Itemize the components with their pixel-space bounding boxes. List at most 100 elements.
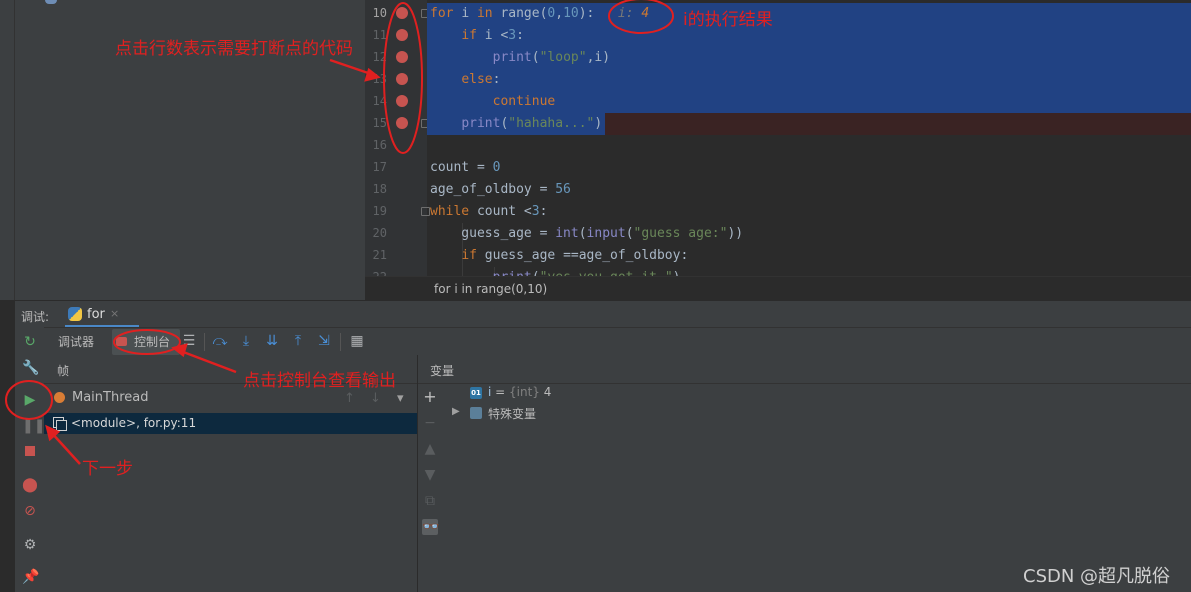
breakpoint-icon[interactable] (396, 7, 408, 19)
arrow-down-icon[interactable]: ↓ (370, 391, 381, 406)
rerun-icon[interactable]: ↻ (22, 334, 38, 350)
step-out-icon[interactable]: ⤒ (290, 333, 306, 349)
breakpoint-icon[interactable] (396, 29, 408, 41)
wrench-icon[interactable]: 🔧 (22, 360, 39, 376)
inline-debug-value: i: (617, 6, 642, 21)
frame-row[interactable]: <module>, for.py:11 (44, 413, 417, 434)
annotation-exec-result: i的执行结果 (683, 10, 773, 30)
debug-side-toolbar: ↻ 🔧 ▶ ❚❚ ⬤ ⊘ ⚙ 📌 (15, 327, 45, 592)
variable-text: i = {int} 4 (488, 385, 552, 399)
pause-icon[interactable]: ❚❚ (22, 418, 45, 434)
debug-tab-label: for (87, 307, 105, 322)
frame-icon (53, 417, 67, 431)
toolbar-divider (340, 333, 341, 351)
line-number[interactable]: 14 (365, 94, 387, 108)
code-line[interactable]: while count <3: (427, 201, 1191, 223)
move-down-icon[interactable]: ▼ (422, 467, 438, 483)
run-to-cursor-icon[interactable]: ⇲ (316, 333, 332, 349)
code-line[interactable] (427, 135, 1191, 157)
evaluate-expression-icon[interactable]: ▦ (349, 333, 365, 349)
int-variable-icon: 01 (470, 387, 482, 399)
code-line[interactable]: guess_age = int(input("guess age:")) (427, 223, 1191, 245)
breakpoint-icon[interactable] (396, 51, 408, 63)
line-number[interactable]: 11 (365, 28, 387, 42)
code-text: print("hahaha...") (461, 116, 603, 131)
add-watch-icon[interactable]: + (422, 389, 438, 405)
thread-status-icon (54, 392, 65, 403)
line-number[interactable]: 18 (365, 182, 387, 196)
menu-icon[interactable]: ☰ (181, 333, 197, 349)
code-line[interactable]: continue (427, 91, 1191, 113)
editor-gutter[interactable]: 10111213141516171819202122 (365, 0, 430, 284)
code-line[interactable]: else: (427, 69, 1191, 91)
special-variables-label: 特殊变量 (488, 407, 537, 421)
debug-tool-window-header: 调试: for × (15, 300, 1191, 328)
code-text: print("loop",i) (492, 50, 611, 65)
debug-toolbar: 调试器 控制台 ☰ ⤼ ⤓ ⇊ ⤒ ⇲ ▦ (44, 327, 1191, 357)
frame-label: <module>, for.py:11 (71, 416, 197, 430)
annotation-console: 点击控制台查看输出 (243, 371, 396, 391)
remove-watch-icon[interactable]: − (422, 415, 438, 431)
tab-debugger[interactable]: 调试器 (48, 329, 104, 355)
code-line[interactable]: if i <3: (427, 25, 1191, 47)
execution-line-highlight (602, 113, 1191, 135)
step-into-icon[interactable]: ⤓ (238, 333, 254, 349)
breakpoint-icon[interactable] (396, 117, 408, 129)
code-line[interactable]: if guess_age ==age_of_oldboy: (427, 245, 1191, 267)
code-line[interactable]: count = 0 (427, 157, 1191, 179)
expand-arrow-icon[interactable]: ▶ (452, 406, 460, 417)
code-line[interactable]: print("hahaha...") (427, 113, 1191, 135)
chevron-down-icon[interactable]: ▾ (397, 391, 404, 406)
project-tree-fragment (45, 0, 57, 4)
code-text: guess_age = int(input("guess age:")) (430, 226, 744, 241)
pin-icon[interactable]: 📌 (22, 569, 39, 585)
step-into-my-code-icon[interactable]: ⇊ (264, 333, 280, 349)
line-number[interactable]: 16 (365, 138, 387, 152)
code-editor[interactable]: 10111213141516171819202122 for i in rang… (365, 0, 1191, 300)
frames-title: 帧 (57, 364, 70, 378)
breakpoint-icon[interactable] (396, 95, 408, 107)
code-text: if guess_age ==age_of_oldboy: (461, 248, 689, 263)
code-line[interactable]: print("loop",i) (427, 47, 1191, 69)
view-breakpoints-icon[interactable]: ⬤ (22, 477, 38, 493)
variables-toolbar: + − ▲ ▼ ⧉ 👓 (418, 383, 442, 592)
python-icon (68, 307, 82, 321)
line-number[interactable]: 13 (365, 72, 387, 86)
stop-icon[interactable] (22, 444, 38, 460)
code-line[interactable]: age_of_oldboy = 56 (427, 179, 1191, 201)
line-number[interactable]: 20 (365, 226, 387, 240)
glasses-icon[interactable]: 👓 (422, 519, 439, 535)
line-number[interactable]: 10 (365, 6, 387, 20)
debug-session-tab[interactable]: for × (65, 301, 139, 328)
toolbar-divider (204, 333, 205, 351)
move-up-icon[interactable]: ▲ (422, 441, 438, 457)
variables-title: 变量 (430, 364, 455, 378)
step-over-icon[interactable]: ⤼ (212, 333, 228, 349)
close-icon[interactable]: × (110, 307, 119, 320)
annotation-step: 下一步 (82, 459, 133, 479)
line-number[interactable]: 15 (365, 116, 387, 130)
code-area[interactable]: for i in range(0,10): i: 4 if i <3: prin… (427, 0, 1191, 289)
mute-breakpoints-icon[interactable]: ⊘ (22, 503, 38, 519)
editor-breadcrumb-bar: for i in range(0,10) (365, 276, 1191, 301)
tab-console-label: 控制台 (134, 335, 171, 349)
copy-icon[interactable]: ⧉ (422, 493, 438, 509)
variables-panel: 变量 + − ▲ ▼ ⧉ 👓 01 i = {int} 4 ▶ 特殊变量 (418, 355, 1191, 592)
breakpoint-icon[interactable] (396, 73, 408, 85)
code-text: continue (492, 94, 556, 109)
thread-label: MainThread (72, 390, 149, 405)
breadcrumb[interactable]: for i in range(0,10) (434, 282, 547, 296)
gear-icon[interactable]: ⚙ (22, 537, 38, 553)
resume-icon[interactable]: ▶ (22, 392, 38, 408)
arrow-up-icon[interactable]: ↑ (344, 391, 355, 406)
tab-console[interactable]: 控制台 (112, 329, 180, 355)
line-number[interactable]: 19 (365, 204, 387, 218)
line-number[interactable]: 17 (365, 160, 387, 174)
line-number[interactable]: 21 (365, 248, 387, 262)
code-text: age_of_oldboy = 56 (430, 182, 571, 197)
line-number[interactable]: 12 (365, 50, 387, 64)
code-line[interactable]: for i in range(0,10): i: 4 (427, 3, 1191, 25)
debug-label: 调试: (21, 310, 50, 324)
watermark: CSDN @超凡脱俗 (1023, 566, 1171, 587)
variables-header: 变量 (418, 355, 1191, 384)
